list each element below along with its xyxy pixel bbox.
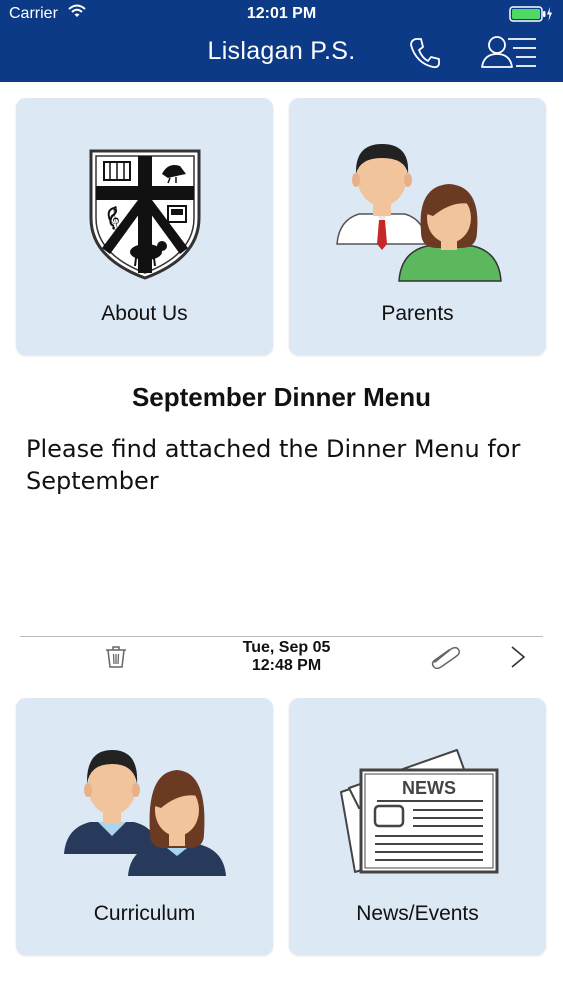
message-date: Tue, Sep 05 — [242, 639, 331, 656]
tile-label: Parents — [381, 302, 454, 325]
attachment-icon[interactable] — [430, 645, 462, 674]
message-card: September Dinner Menu Please find attach… — [0, 355, 563, 695]
nav-bar: Lislagan P.S. — [0, 28, 563, 82]
message-title: September Dinner Menu — [131, 382, 432, 412]
curriculum-tile[interactable]: Curriculum — [16, 698, 273, 955]
students-icon — [62, 748, 232, 883]
status-bar: Carrier 12:01 PM — [0, 0, 563, 28]
phone-icon[interactable] — [408, 36, 442, 75]
about-us-tile[interactable]: 𝄞 About Us — [16, 98, 273, 355]
parents-icon — [333, 140, 503, 287]
tile-label: News/Events — [356, 902, 479, 925]
newspaper-icon: NEWS — [337, 748, 501, 881]
message-datetime: Tue, Sep 05 12:48 PM — [0, 639, 563, 675]
news-events-tile[interactable]: NEWS News/Events — [289, 698, 546, 955]
school-crest-icon: 𝄞 — [16, 148, 273, 285]
battery-icon — [509, 6, 553, 27]
app-title: Lislagan P.S. — [207, 37, 356, 65]
message-body: Please find attached the Dinner Menu for… — [26, 435, 521, 495]
divider — [20, 636, 543, 637]
parents-tile[interactable]: Parents — [289, 98, 546, 355]
chevron-right-icon[interactable] — [509, 644, 527, 675]
status-time: 12:01 PM — [246, 5, 317, 22]
message-time: 12:48 PM — [251, 657, 322, 674]
tile-label: Curriculum — [93, 902, 196, 925]
tile-label: About Us — [101, 302, 188, 325]
svg-text:NEWS: NEWS — [402, 778, 456, 798]
contacts-icon[interactable] — [480, 34, 538, 75]
